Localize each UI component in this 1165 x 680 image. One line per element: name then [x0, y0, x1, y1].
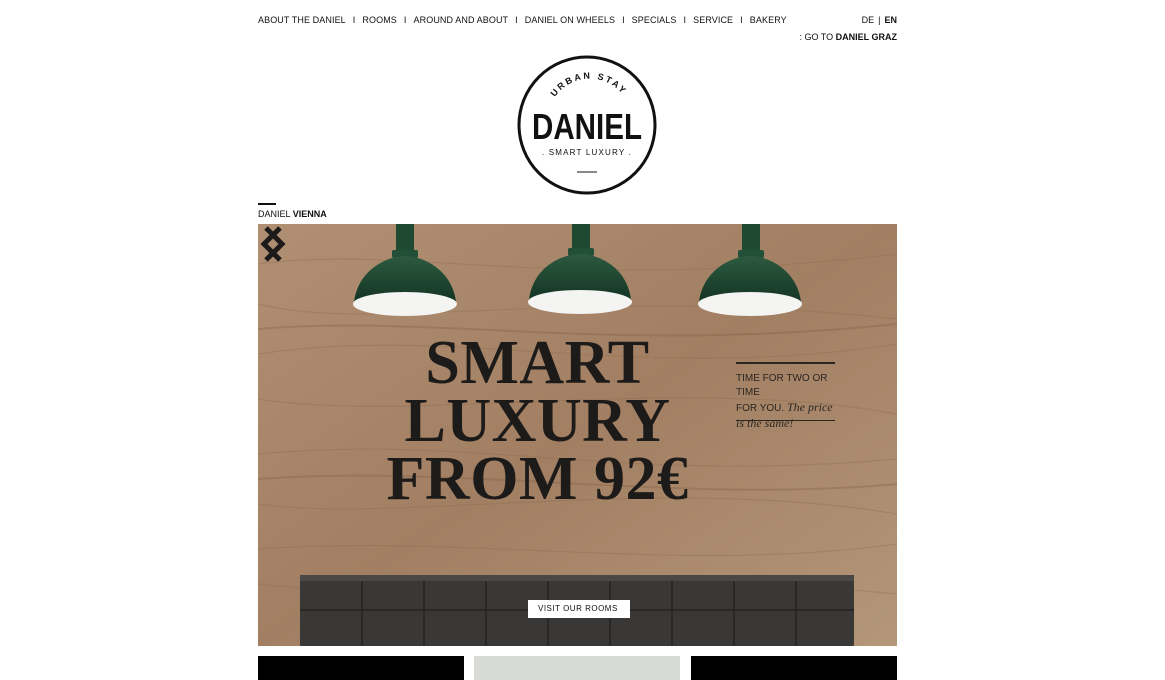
lang-en-link[interactable]: EN — [884, 15, 897, 25]
goto-prefix: : GO TO — [799, 32, 834, 42]
nav-item-specials[interactable]: SPECIALS — [632, 15, 677, 25]
logo-name: DANIEL — [532, 106, 642, 147]
teaser-tile-1[interactable] — [258, 656, 464, 680]
tagline-rule-top — [736, 362, 835, 364]
logo-subtext: . SMART LUXURY . — [542, 148, 632, 157]
tagline-script-1: The price — [786, 400, 833, 414]
chevron-right-icon — [528, 600, 538, 618]
location-city: VIENNA — [292, 209, 327, 219]
nav-separator: I — [740, 15, 743, 25]
tagline-script-2: is the same! — [736, 416, 794, 430]
location-rule — [258, 203, 276, 205]
language-switcher: DE | EN — [862, 15, 897, 25]
daniel-logo[interactable]: URBAN STAY DANIEL . SMART LUXURY . — [517, 55, 657, 195]
chevron-right-icon[interactable] — [258, 224, 288, 264]
tagline-rule-bottom — [736, 420, 835, 421]
nav-item-service[interactable]: SERVICE — [693, 15, 733, 25]
nav-separator: I — [515, 15, 518, 25]
teaser-tile-2[interactable] — [474, 656, 680, 680]
lang-de-link[interactable]: DE — [862, 15, 875, 25]
lang-separator: | — [878, 15, 881, 25]
teaser-tile-3[interactable] — [691, 656, 897, 680]
goto-target: DANIEL GRAZ — [835, 32, 897, 42]
main-navigation: ABOUT THE DANIEL I ROOMS I AROUND AND AB… — [258, 15, 787, 25]
tagline-line-2-wrap: FOR YOU. The price — [736, 400, 836, 416]
nav-separator: I — [352, 15, 356, 25]
nav-item-wheels[interactable]: DANIEL ON WHEELS — [525, 15, 615, 25]
nav-item-around[interactable]: AROUND AND ABOUT — [414, 15, 509, 25]
nav-item-bakery[interactable]: BAKERY — [750, 15, 787, 25]
visit-rooms-label: VISIT OUR ROOMS — [528, 600, 630, 618]
location-label: DANIEL VIENNA — [258, 209, 327, 219]
nav-item-about[interactable]: ABOUT THE DANIEL — [258, 15, 346, 25]
location-brand: DANIEL — [258, 209, 291, 219]
visit-rooms-button[interactable]: VISIT OUR ROOMS — [528, 600, 630, 618]
goto-graz-link[interactable]: : GO TO DANIEL GRAZ — [799, 32, 897, 42]
hero-slider: SMART LUXURY FROM 92€ TIME FOR TWO OR TI… — [258, 224, 897, 646]
nav-item-rooms[interactable]: ROOMS — [362, 15, 397, 25]
nav-separator: I — [683, 15, 687, 25]
nav-separator: I — [403, 15, 407, 25]
tagline-line-1: TIME FOR TWO OR TIME — [736, 373, 828, 398]
nav-separator: I — [622, 15, 625, 25]
hero-tagline: TIME FOR TWO OR TIME FOR YOU. The price … — [736, 372, 836, 430]
hero-headline-3: FROM 92€ — [386, 445, 689, 513]
tagline-line-2: FOR YOU. — [736, 403, 785, 414]
